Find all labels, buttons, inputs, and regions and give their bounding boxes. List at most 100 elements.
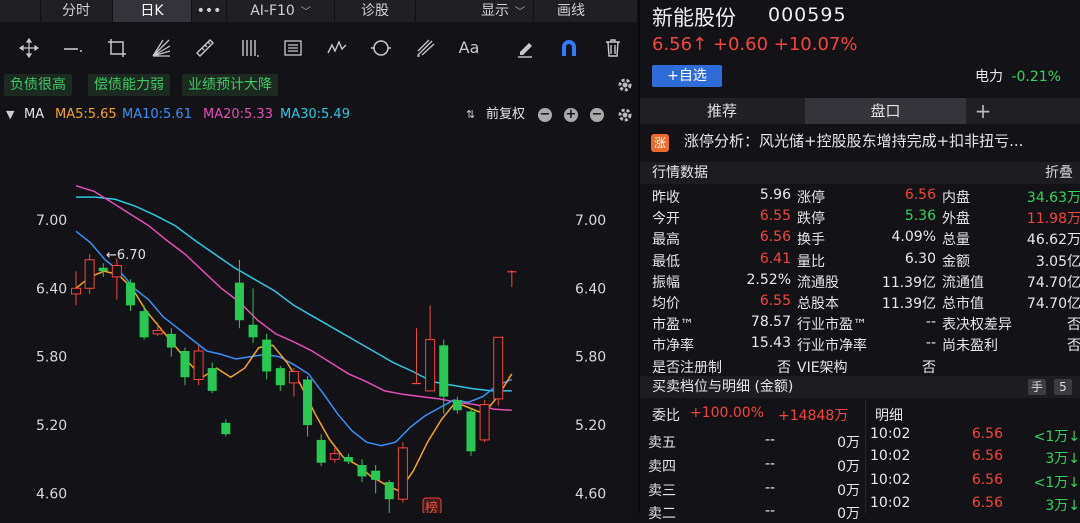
market-field-label: 振幅 xyxy=(652,275,680,291)
candle[interactable] xyxy=(262,333,272,380)
fold-button[interactable]: 折叠 xyxy=(1045,162,1073,184)
tab-ai-f10[interactable]: AI-F10 ﹀ xyxy=(227,0,335,22)
crosshair-icon[interactable] xyxy=(16,36,42,60)
market-field-label: 总市值 xyxy=(942,296,984,312)
candle[interactable] xyxy=(84,254,95,294)
horizontal-line-icon[interactable] xyxy=(60,36,86,60)
candle[interactable] xyxy=(234,259,244,329)
candle[interactable] xyxy=(139,305,149,340)
market-field-label: 换手 xyxy=(797,232,825,248)
candle[interactable] xyxy=(371,465,381,494)
ma30-value: MA30:5.49 xyxy=(280,107,350,122)
candle[interactable] xyxy=(193,345,204,386)
rectangle-icon[interactable] xyxy=(104,36,130,60)
candle[interactable] xyxy=(507,270,517,288)
magnet-icon[interactable] xyxy=(556,36,582,60)
candlestick-chart[interactable]: 7.00 6.40 5.80 5.20 4.60 7.00 6.40 5.80 5.20 4.6… xyxy=(0,128,638,513)
candle[interactable] xyxy=(452,396,462,414)
ma5-value: MA5:5.65 xyxy=(55,107,117,122)
tab-recommend[interactable]: 推荐 xyxy=(640,98,804,124)
collapse-icon[interactable]: − xyxy=(590,108,604,122)
market-field-label: 是否注册制 xyxy=(652,360,722,376)
zoom-in-icon[interactable]: + xyxy=(564,108,578,122)
risk-tag[interactable]: 偿债能力弱 xyxy=(88,74,170,96)
tab-display[interactable]: 显示 ﹀ xyxy=(416,0,534,22)
fibonacci-icon[interactable] xyxy=(280,36,306,60)
market-field-label: 跌停 xyxy=(797,211,825,227)
candle[interactable] xyxy=(166,328,176,357)
eraser-icon[interactable] xyxy=(512,36,538,60)
trash-icon[interactable] xyxy=(600,36,626,60)
candle[interactable] xyxy=(98,263,108,277)
candle[interactable] xyxy=(71,271,81,306)
candle[interactable] xyxy=(466,408,476,456)
candle[interactable] xyxy=(275,365,285,391)
market-field-value: 46.62万 xyxy=(1026,232,1080,248)
tab-diagnose[interactable]: 诊股 xyxy=(335,0,416,22)
tab-order-book[interactable]: 盘口 xyxy=(805,98,966,124)
candle[interactable] xyxy=(357,459,367,483)
candle[interactable] xyxy=(397,442,408,503)
market-field-label: 总量 xyxy=(942,232,970,248)
market-field-value: 15.43 xyxy=(750,335,791,351)
ask-level-label: 卖三 xyxy=(648,483,676,499)
text-tool-icon[interactable]: Aa xyxy=(456,36,482,60)
candle[interactable] xyxy=(425,305,436,392)
market-field-value: 否 xyxy=(922,360,936,376)
adjust-mode[interactable]: 前复权 xyxy=(486,104,525,126)
market-field-value: 6.55 xyxy=(759,208,791,224)
circle-icon[interactable] xyxy=(368,36,394,60)
ruler-icon[interactable] xyxy=(192,36,218,60)
gear-icon[interactable] xyxy=(614,74,636,96)
candle[interactable] xyxy=(248,288,258,344)
top-tab-bar: 分时 日K ••• AI-F10 ﹀ 诊股 显示 ﹀ 画线 xyxy=(0,0,638,22)
ask-level-price: -- xyxy=(765,480,776,496)
risk-tag[interactable]: 业绩预计大降 xyxy=(182,74,278,96)
sector-quote[interactable]: 电力 -0.21% xyxy=(975,66,1061,86)
risk-tag[interactable]: 负债很高 xyxy=(4,74,72,96)
pitchfork-icon[interactable] xyxy=(412,36,438,60)
candle[interactable] xyxy=(316,434,326,467)
gear-icon[interactable] xyxy=(614,104,636,126)
candle[interactable] xyxy=(479,400,490,443)
vertical-lines-icon[interactable] xyxy=(236,36,262,60)
market-field-label: 市盈™ xyxy=(652,317,694,333)
tab-intraday[interactable]: 分时 xyxy=(40,0,113,22)
add-watchlist-button[interactable]: +自选 xyxy=(652,65,722,87)
candle[interactable] xyxy=(111,258,122,300)
wave-icon[interactable] xyxy=(324,36,350,60)
market-field-value: -- xyxy=(925,335,936,351)
candle[interactable] xyxy=(288,368,299,397)
tab-placeholder xyxy=(0,0,41,22)
candle[interactable] xyxy=(439,339,449,414)
candle[interactable] xyxy=(221,419,231,437)
chevron-up-down-icon[interactable]: ⇅ xyxy=(466,104,475,126)
limit-up-analysis[interactable]: 涨停分析：风光储+控股股东增持完成+扣非扭亏... xyxy=(684,130,1023,151)
candle[interactable] xyxy=(493,336,504,406)
market-field-value: 否 xyxy=(1067,317,1080,333)
tick-price: 6.56 xyxy=(971,426,1003,442)
tab-more[interactable]: ••• xyxy=(192,0,227,22)
level-count-button[interactable]: 5 xyxy=(1054,379,1072,395)
unit-hand-button[interactable]: 手 xyxy=(1028,379,1046,395)
zoom-out-icon[interactable]: − xyxy=(538,108,552,122)
fan-lines-icon[interactable] xyxy=(148,36,174,60)
market-field-value: 74.70亿 xyxy=(1026,296,1080,312)
market-field-value: 5.96 xyxy=(759,187,791,203)
candle[interactable] xyxy=(303,376,313,437)
candle[interactable] xyxy=(384,479,394,513)
candle[interactable] xyxy=(207,362,217,394)
stock-name: 新能股份 xyxy=(652,6,736,30)
commission-ratio-label: 委比 xyxy=(652,408,680,424)
tab-daily-k[interactable]: 日K xyxy=(113,0,192,22)
ma-title: MA xyxy=(24,107,45,122)
tab-draw-line[interactable]: 画线 xyxy=(535,0,638,22)
chevron-down-icon[interactable]: ▼ xyxy=(6,104,14,126)
add-tab-button[interactable]: + xyxy=(968,98,998,124)
market-field-value: 2.52% xyxy=(746,272,791,288)
market-field-value: 6.30 xyxy=(904,251,936,267)
y-tick-label-right: 7.00 xyxy=(575,213,606,229)
candle[interactable] xyxy=(180,347,190,386)
candle[interactable] xyxy=(125,279,135,312)
ranking-badge[interactable]: 榜 xyxy=(422,497,442,513)
